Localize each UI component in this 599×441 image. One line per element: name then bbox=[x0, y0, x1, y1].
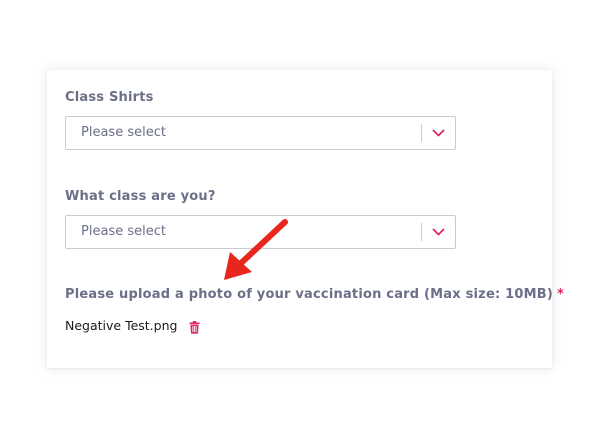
upload-label: Please upload a photo of your vaccinatio… bbox=[65, 287, 564, 302]
class-year-value: Please select bbox=[81, 224, 166, 239]
class-year-label: What class are you? bbox=[65, 189, 216, 204]
class-shirts-label: Class Shirts bbox=[65, 90, 154, 105]
chevron-down-icon[interactable] bbox=[422, 117, 455, 149]
form-card: Class Shirts Please select What class ar… bbox=[47, 70, 564, 368]
arrow-icon bbox=[224, 219, 288, 280]
uploaded-file-name: Negative Test.png bbox=[65, 318, 178, 333]
required-marker: * bbox=[556, 287, 564, 302]
class-shirts-value: Please select bbox=[81, 125, 166, 140]
chevron-down-icon[interactable] bbox=[422, 216, 455, 248]
upload-label-text: Please upload a photo of your vaccinatio… bbox=[65, 287, 553, 302]
class-shirts-select[interactable]: Please select bbox=[65, 116, 456, 150]
trash-icon[interactable] bbox=[189, 319, 200, 334]
uploaded-file: Negative Test.png bbox=[65, 315, 200, 334]
